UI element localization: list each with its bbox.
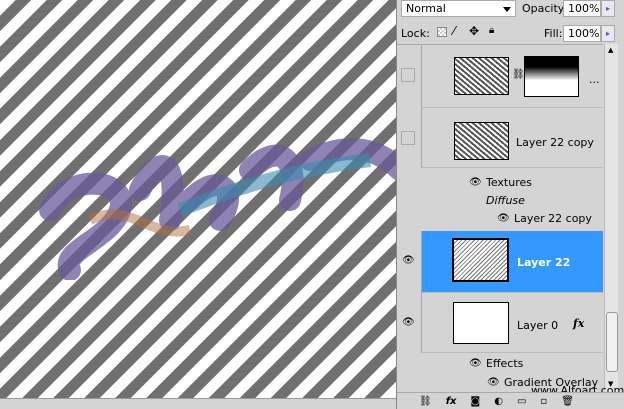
opacity-input[interactable]: 100%	[563, 0, 601, 17]
link-layers-icon[interactable]: ⛓	[419, 396, 432, 407]
fill-slider-button[interactable]: ▸	[601, 25, 615, 42]
layer-name: Layer 0	[517, 319, 559, 332]
opacity-slider-button[interactable]: ▸	[601, 0, 615, 17]
layers-bottom-toolbar: ⛓ fx ◙ ◐ ▭ ▫ 🗑︎	[397, 392, 624, 409]
add-mask-icon[interactable]: ◙	[471, 396, 481, 407]
link-icon[interactable]: ⛓	[512, 69, 525, 80]
visibility-toggle[interactable]: 👁︎	[397, 231, 422, 293]
new-group-icon[interactable]: ▭	[517, 396, 526, 407]
eye-icon[interactable]: 👁︎	[469, 177, 482, 188]
fill-label: Fill:	[544, 27, 563, 40]
visibility-toggle[interactable]	[397, 45, 422, 108]
layer-thumbnail	[453, 302, 509, 344]
layer-thumbnail	[454, 57, 509, 95]
eye-icon: 👁︎	[402, 317, 415, 328]
trash-icon[interactable]: 🗑︎	[561, 396, 574, 407]
glitter-text-artwork	[39, 138, 396, 280]
blend-mode-select[interactable]: Normal	[401, 0, 516, 17]
layers-scrollbar[interactable]: ▲ ▼	[604, 44, 618, 392]
document-canvas[interactable]	[0, 0, 396, 398]
eye-icon[interactable]: 👁︎	[487, 377, 500, 388]
eye-icon: 👁︎	[402, 255, 415, 266]
effects-item[interactable]: Effects	[486, 357, 523, 370]
layer-row-masked[interactable]: ⛓ ...	[422, 45, 603, 108]
visibility-toggle[interactable]	[397, 108, 422, 168]
layer-thumbnail	[452, 238, 509, 282]
layers-panel: Normal Opacity: 100% ▸ Lock: ⁄ ✥ 🔒︎ Fill…	[396, 0, 624, 409]
lock-transparency-icon[interactable]	[437, 27, 447, 37]
layer-name: ...	[589, 73, 600, 86]
blend-mode-value: Normal	[406, 2, 446, 15]
status-bar	[0, 398, 396, 409]
chevron-down-icon	[503, 7, 511, 16]
lock-label: Lock:	[401, 27, 430, 40]
eye-icon[interactable]: 👁︎	[469, 358, 482, 369]
layer-name: Layer 22	[517, 256, 571, 269]
fx-icon[interactable]: fx	[573, 317, 584, 330]
add-layer-style-icon[interactable]: fx	[446, 396, 457, 407]
scrollbar-thumb[interactable]	[606, 312, 618, 372]
opacity-label: Opacity:	[522, 2, 568, 15]
lock-paint-brush-icon[interactable]: ⁄	[453, 24, 455, 38]
layer-name: Layer 22 copy	[516, 136, 594, 149]
layer-thumbnail	[454, 122, 509, 160]
layer-row-layer-0[interactable]: Layer 0 fx	[422, 293, 603, 353]
adjustment-layer-icon[interactable]: ◐	[494, 396, 503, 407]
scroll-up-icon[interactable]: ▲	[608, 46, 613, 54]
eye-icon[interactable]: 👁︎	[497, 213, 510, 224]
layer-mask-thumbnail	[524, 56, 579, 97]
layers-list: ⛓ ... Layer 22 copy 👁︎ Textures Diffuse …	[397, 44, 603, 392]
layer-row-layer-22-copy[interactable]: Layer 22 copy	[422, 108, 603, 168]
filter-textures[interactable]: Textures	[486, 176, 532, 189]
lock-move-icon[interactable]: ✥	[469, 24, 479, 38]
new-layer-icon[interactable]: ▫	[540, 396, 547, 407]
smart-filter-layer[interactable]: Layer 22 copy	[514, 212, 592, 225]
layer-row-layer-22-selected[interactable]: Layer 22	[422, 231, 603, 293]
filter-diffuse[interactable]: Diffuse	[486, 194, 525, 207]
fill-input[interactable]: 100%	[563, 25, 601, 42]
lock-all-icon[interactable]: 🔒︎	[489, 25, 494, 36]
visibility-toggle[interactable]: 👁︎	[397, 293, 422, 353]
